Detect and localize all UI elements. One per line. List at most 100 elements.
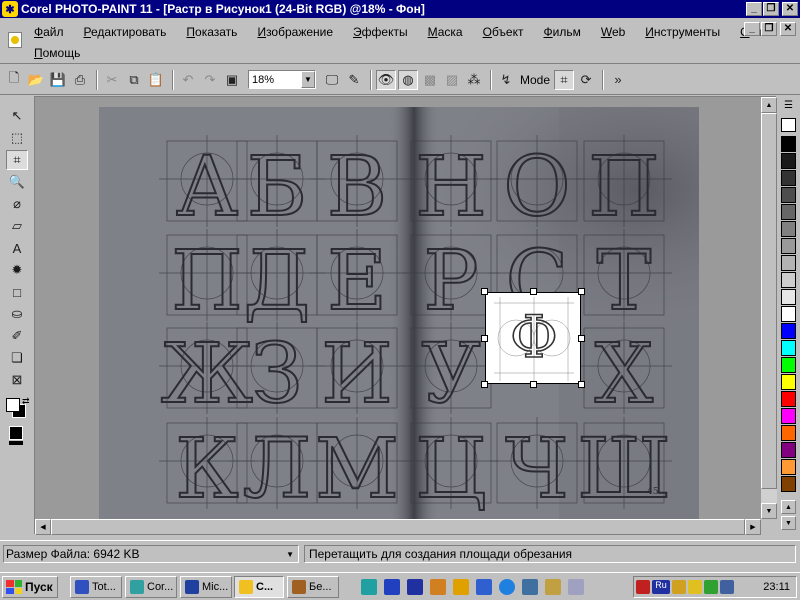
quicklaunch-corel-icon[interactable] xyxy=(361,579,377,595)
quicklaunch-pencil-icon[interactable] xyxy=(430,579,446,595)
undo-icon[interactable]: ↶ xyxy=(178,70,198,90)
tray-shield-icon[interactable] xyxy=(672,580,686,594)
palette-swatch[interactable] xyxy=(781,476,796,492)
mask-marquee-icon[interactable]: ◍ xyxy=(398,69,418,90)
menu-edit[interactable]: Редактировать xyxy=(84,25,167,39)
scroll-right-button[interactable]: ▶ xyxy=(745,519,761,535)
menu-tools[interactable]: Инструменты xyxy=(645,25,720,39)
minimize-button[interactable]: _ xyxy=(746,2,762,16)
quicklaunch-search-icon[interactable] xyxy=(545,579,561,595)
vertical-scroll-thumb[interactable] xyxy=(761,113,777,489)
palette-swatch[interactable] xyxy=(781,153,796,169)
palette-swatch[interactable] xyxy=(781,408,796,424)
image-canvas[interactable]: АБВНОППДЕРСТЖЗИУХКЛМЦЧШ Ф 45 xyxy=(99,107,699,519)
palette-swatch[interactable] xyxy=(781,136,796,152)
zoom-tool-icon[interactable]: 🔍 xyxy=(6,172,28,192)
menu-file[interactable]: Файл xyxy=(34,25,64,39)
text-tool-icon[interactable]: A xyxy=(6,238,28,258)
horizontal-scrollbar[interactable]: ◀ ▶ xyxy=(35,519,761,535)
taskbar-button-document[interactable]: Бе... xyxy=(287,576,339,598)
scroll-up-button[interactable]: ▲ xyxy=(761,97,777,113)
doc-restore-button[interactable]: ❐ xyxy=(761,22,777,36)
tray-antivirus-icon[interactable] xyxy=(636,580,650,594)
palette-swatch[interactable] xyxy=(781,238,796,254)
quicklaunch-clipboard-icon[interactable] xyxy=(568,579,584,595)
crop-handle-tl[interactable] xyxy=(481,288,488,295)
new-file-icon[interactable]: 🗋 xyxy=(4,70,24,90)
menu-view[interactable]: Показать xyxy=(186,25,237,39)
taskbar-button-corel[interactable]: Cor... xyxy=(125,576,177,598)
start-button[interactable]: Пуск xyxy=(2,576,58,598)
save-icon[interactable]: 💾 xyxy=(48,70,68,90)
more-tools-icon[interactable]: » xyxy=(608,70,628,90)
quicklaunch-network-icon[interactable] xyxy=(476,579,492,595)
crop-handle-br[interactable] xyxy=(578,381,585,388)
taskbar-button-word[interactable]: Mic... xyxy=(180,576,232,598)
crop-tool-icon[interactable]: ⌗ xyxy=(6,150,28,170)
rectangle-tool-icon[interactable]: □ xyxy=(6,282,28,302)
chevron-down-icon[interactable]: ▼ xyxy=(286,550,294,559)
paper-color-swatch[interactable] xyxy=(9,426,23,440)
palette-swatch[interactable] xyxy=(781,306,796,322)
palette-swatch[interactable] xyxy=(781,170,796,186)
palette-swatch[interactable] xyxy=(781,221,796,237)
document-icon[interactable] xyxy=(8,32,22,48)
fill-tool-icon[interactable]: ⛀ xyxy=(6,304,28,324)
menu-web[interactable]: Web xyxy=(601,25,625,39)
quicklaunch-word-icon[interactable] xyxy=(384,579,400,595)
tray-pen-icon[interactable] xyxy=(688,580,702,594)
doc-close-button[interactable]: ✕ xyxy=(780,22,796,36)
palette-swatch[interactable] xyxy=(781,323,796,339)
paint-tool-icon[interactable]: ✐ xyxy=(6,326,28,346)
pick-tool-icon[interactable]: ↖ xyxy=(6,106,28,126)
rotate-icon[interactable]: ⟳ xyxy=(576,70,596,90)
file-size-panel[interactable]: Размер Файла: 6942 KB ▼ xyxy=(3,545,299,563)
palette-menu-icon[interactable]: ☰ xyxy=(781,100,796,114)
horizontal-scroll-thumb[interactable] xyxy=(51,519,745,535)
taskbar-button-photopaint[interactable]: C... xyxy=(234,576,284,598)
palette-swatch[interactable] xyxy=(781,340,796,356)
quicklaunch-media-icon[interactable] xyxy=(453,579,469,595)
palette-swatch[interactable] xyxy=(781,459,796,475)
corel-app-icon[interactable]: ✱ xyxy=(2,1,18,17)
paste-icon[interactable]: 📋 xyxy=(146,70,166,90)
fill-color-swatch[interactable] xyxy=(9,441,23,445)
crop-mode-icon[interactable]: ⌗ xyxy=(554,69,575,90)
open-file-icon[interactable]: 📂 xyxy=(26,70,46,90)
vertical-scrollbar[interactable]: ▲ ▼ xyxy=(761,97,777,519)
menu-image[interactable]: Изображение xyxy=(257,25,333,39)
image-sprayer-tool-icon[interactable]: ⊠ xyxy=(6,370,28,390)
swap-colors-icon[interactable]: ⇄ xyxy=(22,396,30,407)
palette-swatch[interactable] xyxy=(781,187,796,203)
eyedropper-tool-icon[interactable]: ⌀ xyxy=(6,194,28,214)
workspace[interactable]: АБВНОППДЕРСТЖЗИУХКЛМЦЧШ Ф 45 xyxy=(35,97,761,519)
crop-handle-tr[interactable] xyxy=(578,288,585,295)
cut-icon[interactable]: ✂ xyxy=(102,70,122,90)
palette-swatch[interactable] xyxy=(781,374,796,390)
palette-swatch[interactable] xyxy=(781,391,796,407)
marquee-visible-icon[interactable]: 👁 xyxy=(376,69,396,90)
palette-swatch[interactable] xyxy=(781,442,796,458)
color-swatches[interactable]: ⇄ xyxy=(4,396,30,422)
palette-swatch[interactable] xyxy=(781,255,796,271)
crop-handle-b[interactable] xyxy=(530,381,537,388)
scroll-left-button[interactable]: ◀ xyxy=(35,519,51,535)
palette-swatch[interactable] xyxy=(781,272,796,288)
scroll-down-button[interactable]: ▼ xyxy=(761,503,777,519)
quicklaunch-monitor-icon[interactable] xyxy=(522,579,538,595)
effects-dropdown-icon[interactable]: ⁂ xyxy=(464,70,484,90)
checkpoint-icon[interactable]: ✎ xyxy=(344,70,364,90)
red-eye-tool-icon[interactable]: ✹ xyxy=(6,260,28,280)
quicklaunch-disk-icon[interactable] xyxy=(407,579,423,595)
doc-minimize-button[interactable]: _ xyxy=(744,22,760,36)
eraser-tool-icon[interactable]: ▱ xyxy=(6,216,28,236)
menu-effects[interactable]: Эффекты xyxy=(353,25,408,39)
menu-help[interactable]: Помощь xyxy=(34,46,80,60)
interactive-tool-icon[interactable]: ↯ xyxy=(496,70,516,90)
title-bar[interactable]: ✱ Corel PHOTO-PAINT 11 - [Растр в Рисуно… xyxy=(0,0,800,18)
palette-swatch[interactable] xyxy=(781,204,796,220)
chevron-down-icon[interactable]: ▼ xyxy=(301,71,315,88)
mask-overlay-icon[interactable]: ▩ xyxy=(420,70,440,90)
tray-volume-icon[interactable] xyxy=(720,580,734,594)
palette-no-color[interactable] xyxy=(781,118,796,132)
